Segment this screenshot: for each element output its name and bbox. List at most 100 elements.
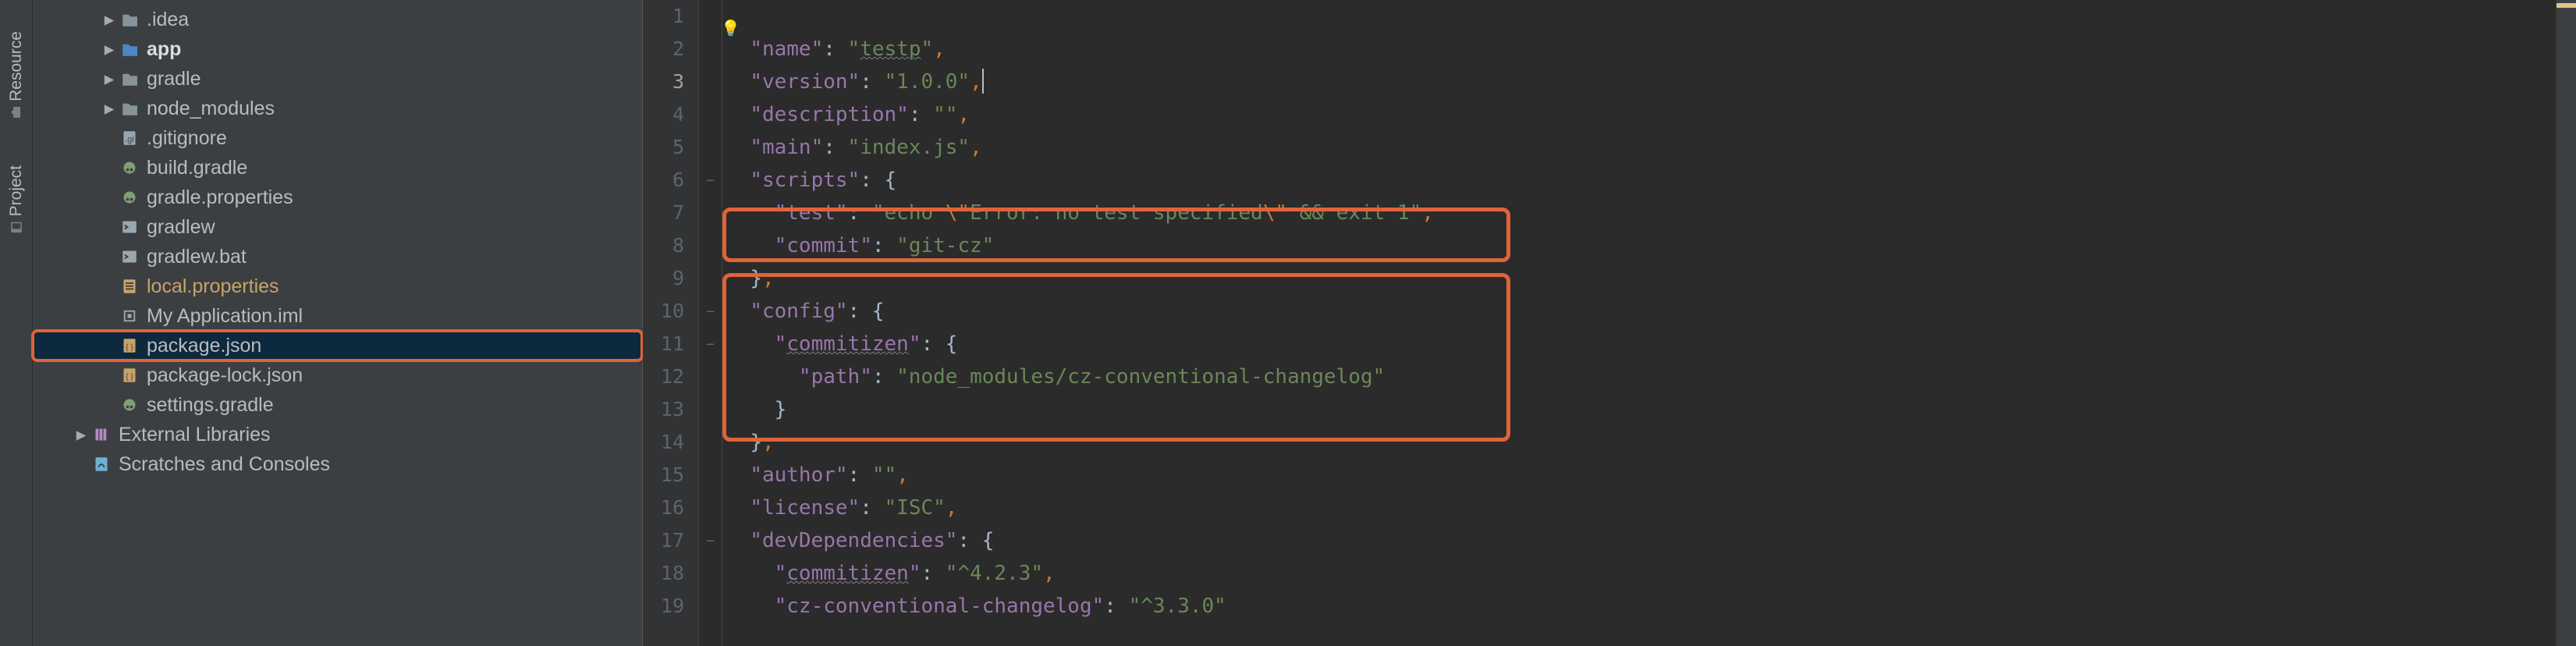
code-line[interactable]: "config": { (726, 295, 2556, 328)
code-token: : (957, 529, 981, 552)
tree-row-gradle[interactable]: ▸gradle (33, 64, 642, 94)
code-line[interactable]: "scripts": { (726, 164, 2556, 197)
code-line[interactable]: "commitizen": "^4.2.3", (726, 557, 2556, 590)
tree-row-my-application-iml[interactable]: My Application.iml (33, 301, 642, 331)
fold-spacer (699, 33, 722, 66)
code-line[interactable]: "name": "testp", (726, 33, 2556, 66)
gutter-line-number[interactable]: 4 (643, 98, 698, 131)
gutter[interactable]: 12345678910111213141516171819 (643, 0, 699, 646)
gutter-line-number[interactable]: 16 (643, 492, 698, 524)
code-line[interactable]: "license": "ISC", (726, 492, 2556, 524)
code-token (726, 529, 750, 552)
code-line[interactable]: "cz-conventional-changelog": "^3.3.0" (726, 590, 2556, 623)
code-token: "main" (750, 136, 823, 159)
code-token (726, 234, 775, 257)
warning-mark[interactable] (2556, 3, 2576, 8)
code-line[interactable]: "main": "index.js", (726, 131, 2556, 164)
disclosure-triangle-icon[interactable]: ▸ (100, 37, 119, 61)
tree-row-scratches-and-consoles[interactable]: Scratches and Consoles (33, 449, 642, 479)
resource-tool[interactable]: Resource (7, 31, 26, 119)
fold-spacer (699, 393, 722, 426)
code-token: "devDependencies" (750, 529, 957, 552)
code-line[interactable]: "version": "1.0.0", (726, 66, 2556, 98)
code-token: } (750, 431, 762, 454)
gitignore-icon: .gi (119, 130, 140, 146)
tree-row-settings-gradle[interactable]: settings.gradle (33, 390, 642, 420)
fold-column[interactable]: −−−− (699, 0, 722, 646)
error-stripe[interactable] (2556, 0, 2576, 646)
gutter-line-number[interactable]: 1 (643, 0, 698, 33)
gutter-line-number[interactable]: 12 (643, 360, 698, 393)
code-token: " (775, 332, 787, 356)
tree-row-gradlew[interactable]: gradlew (33, 212, 642, 242)
tree-row-app[interactable]: ▸app (33, 34, 642, 64)
code-line[interactable]: "author": "", (726, 459, 2556, 492)
tree-row--gitignore[interactable]: .gi.gitignore (33, 123, 642, 153)
code-line[interactable]: }, (726, 426, 2556, 459)
tree-row-external-libraries[interactable]: ▸External Libraries (33, 420, 642, 449)
gutter-line-number[interactable]: 5 (643, 131, 698, 164)
gradle-icon (119, 190, 140, 205)
gutter-line-number[interactable]: 9 (643, 262, 698, 295)
project-panel[interactable]: ▸.idea▸app▸gradle▸node_modules.gi.gitign… (33, 0, 643, 646)
gutter-line-number[interactable]: 2 (643, 33, 698, 66)
gutter-line-number[interactable]: 10 (643, 295, 698, 328)
code-line[interactable]: } (726, 393, 2556, 426)
tree-row-gradlew-bat[interactable]: gradlew.bat (33, 242, 642, 272)
code-token: : (860, 70, 884, 94)
svg-text:{ }: { } (126, 373, 133, 382)
disclosure-triangle-icon[interactable]: ▸ (100, 8, 119, 31)
code-line[interactable]: "commit": "git-cz" (726, 229, 2556, 262)
gutter-line-number[interactable]: 8 (643, 229, 698, 262)
gutter-line-number[interactable]: 11 (643, 328, 698, 360)
text-caret (982, 69, 984, 94)
gutter-line-number[interactable]: 18 (643, 557, 698, 590)
code-token: \" (946, 201, 970, 225)
tree-row-node-modules[interactable]: ▸node_modules (33, 94, 642, 123)
project-tool[interactable]: Project (7, 165, 26, 233)
tree-row-package-json[interactable]: { } package.json (33, 331, 642, 360)
code-line[interactable]: }, (726, 262, 2556, 295)
code-area[interactable]: 💡 "name": "testp", "version": "1.0.0", "… (722, 0, 2556, 646)
disclosure-triangle-icon[interactable]: ▸ (72, 423, 90, 446)
code-line[interactable] (726, 0, 2556, 33)
fold-toggle-icon[interactable]: − (699, 328, 722, 360)
fold-toggle-icon[interactable]: − (699, 524, 722, 557)
gutter-line-number[interactable]: 19 (643, 590, 698, 623)
scratch-icon (90, 456, 112, 472)
fold-toggle-icon[interactable]: − (699, 295, 722, 328)
code-line[interactable]: "description": "", (726, 98, 2556, 131)
disclosure-triangle-icon[interactable]: ▸ (100, 67, 119, 91)
gutter-line-number[interactable]: 15 (643, 459, 698, 492)
gutter-line-number[interactable]: 7 (643, 197, 698, 229)
code-token: : (909, 103, 933, 126)
tree-row-gradle-properties[interactable]: gradle.properties (33, 183, 642, 212)
intention-bulb-icon[interactable]: 💡 (721, 19, 740, 37)
tree-item-label: package-lock.json (147, 364, 303, 387)
tree-item-label: settings.gradle (147, 394, 274, 417)
resource-icon (7, 106, 26, 119)
code-token: "license" (750, 496, 860, 520)
code-line[interactable]: "path": "node_modules/cz-conventional-ch… (726, 360, 2556, 393)
code-token (726, 431, 750, 454)
tree-row--idea[interactable]: ▸.idea (33, 5, 642, 34)
code-token: "version" (750, 70, 860, 94)
fold-toggle-icon[interactable]: − (699, 164, 722, 197)
tree-row-package-lock-json[interactable]: { } package-lock.json (33, 360, 642, 390)
gutter-line-number[interactable]: 13 (643, 393, 698, 426)
editor[interactable]: 12345678910111213141516171819 −−−− 💡 "na… (643, 0, 2556, 646)
code-line[interactable]: "commitizen": { (726, 328, 2556, 360)
gutter-line-number[interactable]: 17 (643, 524, 698, 557)
code-line[interactable]: "devDependencies": { (726, 524, 2556, 557)
gutter-line-number[interactable]: 3 (643, 66, 698, 98)
tree-row-local-properties[interactable]: local.properties (33, 272, 642, 301)
fold-spacer (699, 459, 722, 492)
code-token: : (848, 463, 872, 487)
gutter-line-number[interactable]: 6 (643, 164, 698, 197)
disclosure-triangle-icon[interactable]: ▸ (100, 97, 119, 120)
json-icon: { } (119, 338, 140, 353)
tree-row-build-gradle[interactable]: build.gradle (33, 153, 642, 183)
code-line[interactable]: "test": "echo \"Error: no test specified… (726, 197, 2556, 229)
gutter-line-number[interactable]: 14 (643, 426, 698, 459)
tree-item-label: package.json (147, 335, 261, 357)
